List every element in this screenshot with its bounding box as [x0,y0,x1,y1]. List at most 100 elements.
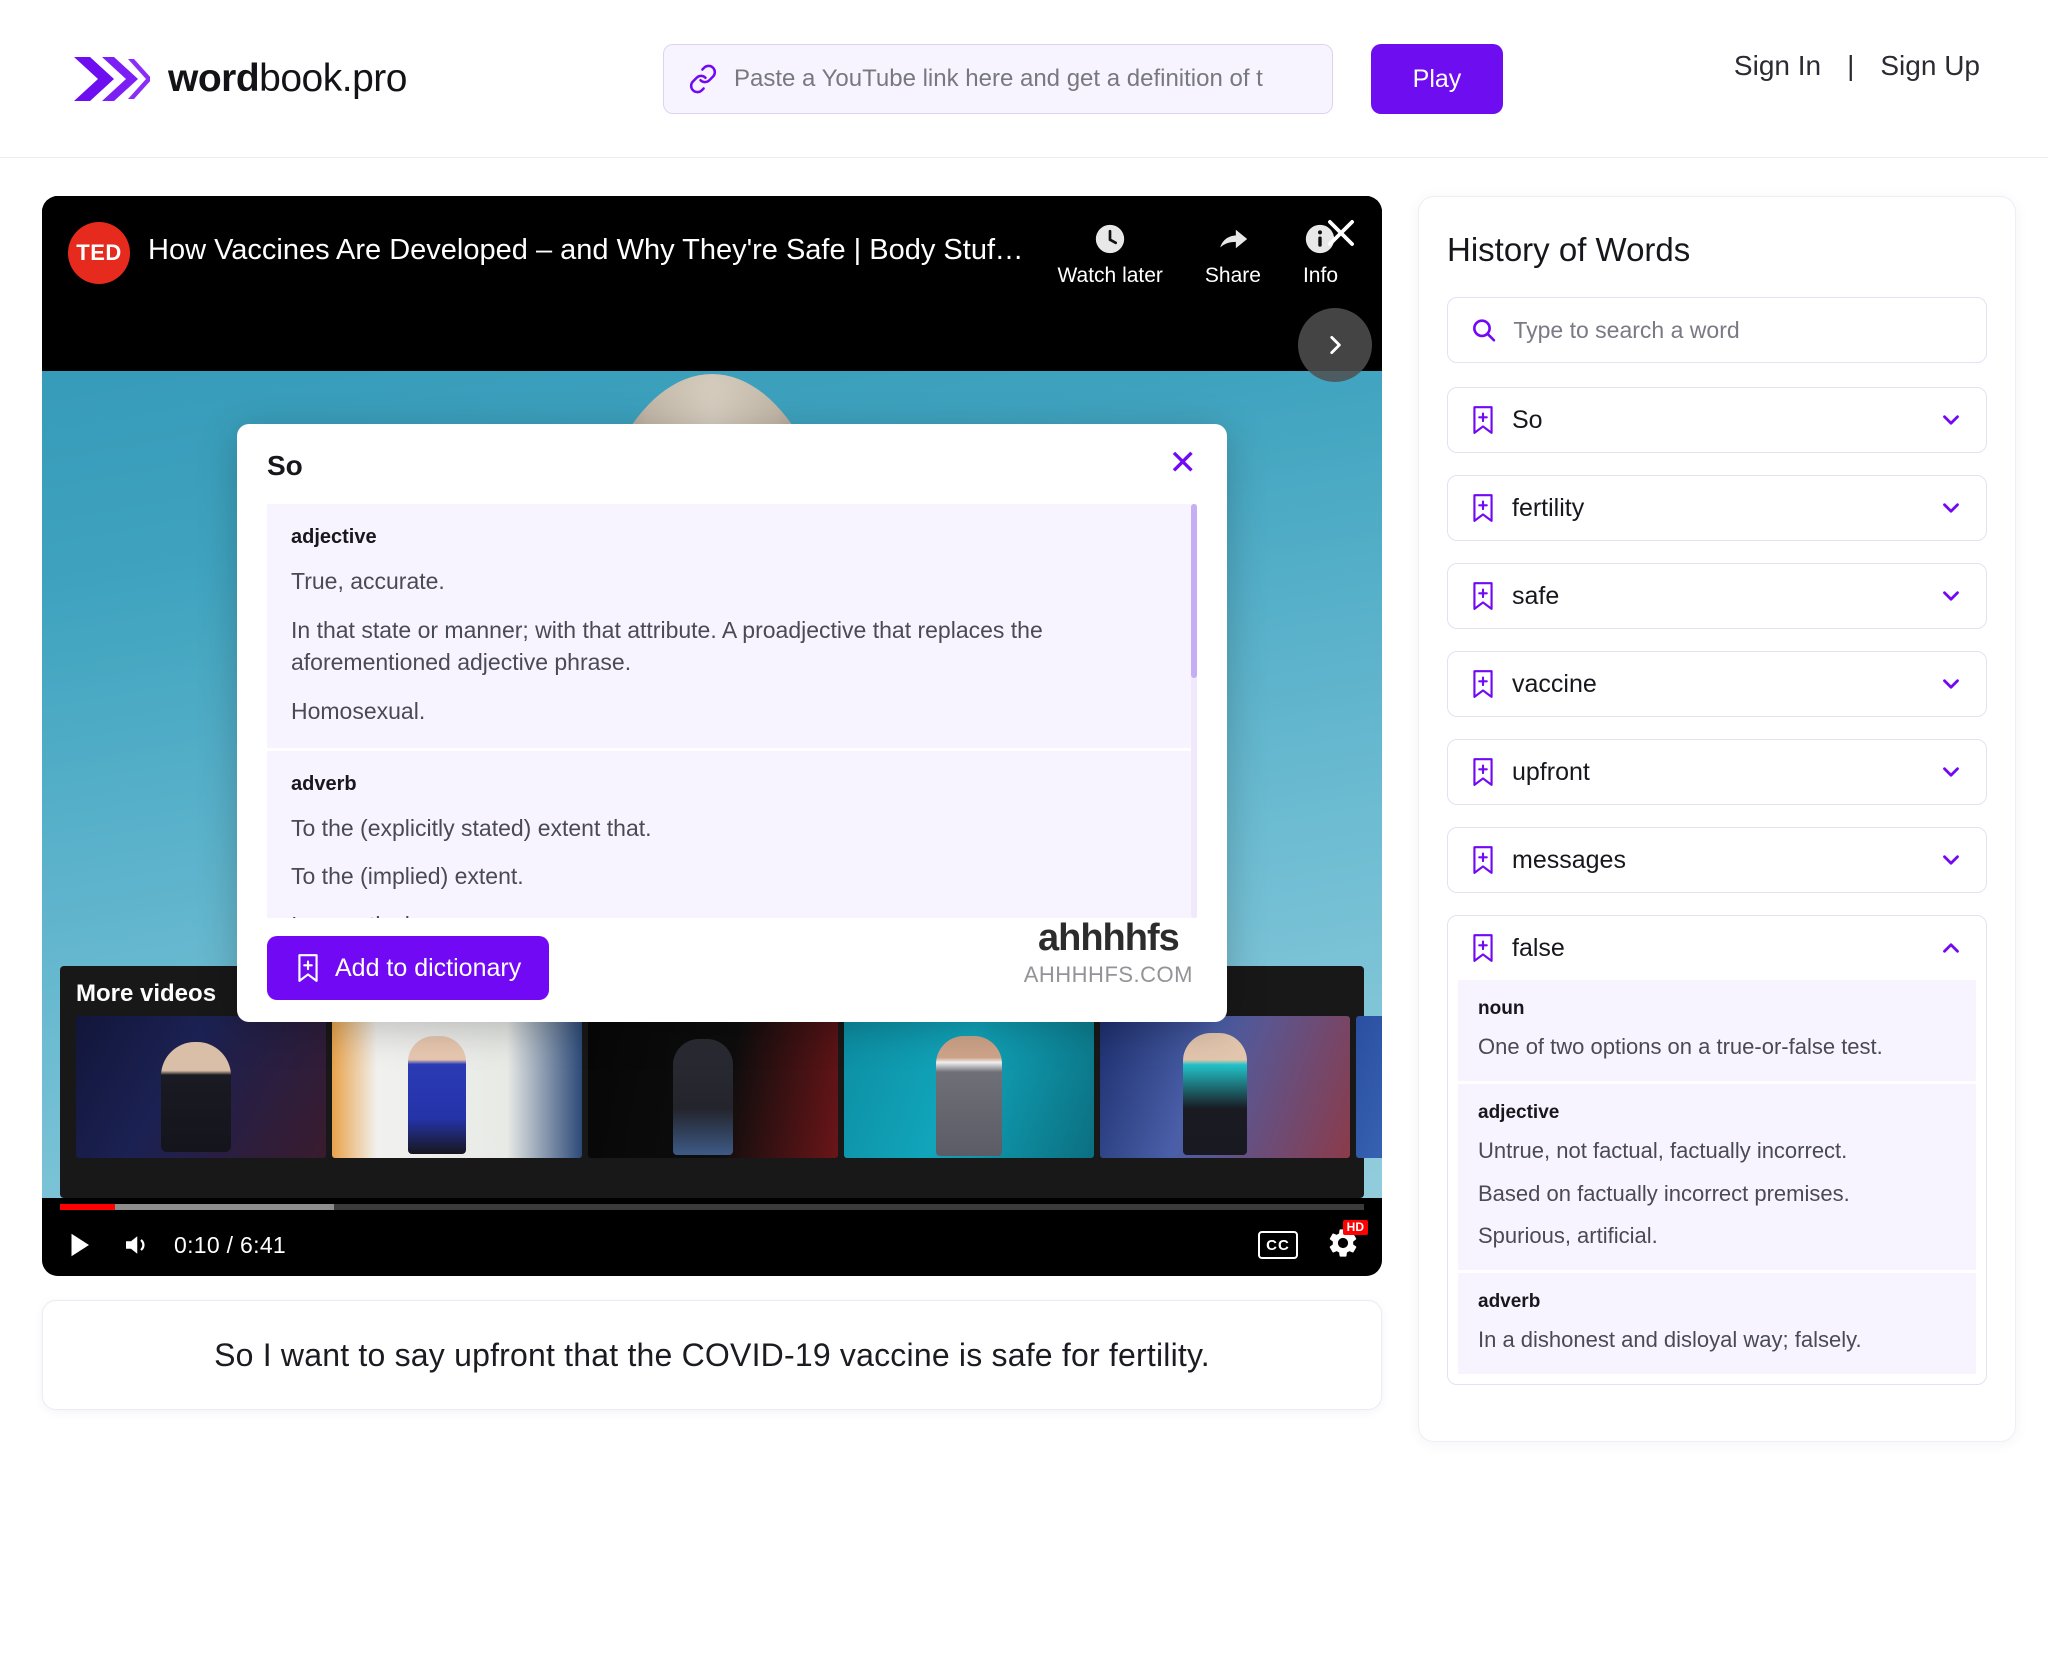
brand-logo[interactable]: wordbook.pro [72,53,407,105]
word-card-header[interactable]: upfront [1448,740,1986,804]
close-icon[interactable] [1322,214,1360,252]
transcript-text[interactable]: So I want to say upfront that the COVID-… [214,1337,1210,1374]
word-card: messages [1447,827,1987,893]
word-card: safe [1447,563,1987,629]
video-title[interactable]: How Vaccines Are Developed – and Why The… [148,234,1028,267]
chevron-up-icon[interactable] [1938,935,1964,961]
play-icon [71,1233,89,1257]
definition-text: True, accurate. [291,568,445,594]
chevron-down-icon[interactable] [1938,407,1964,433]
progress-bar[interactable] [60,1204,1364,1210]
word-card-header[interactable]: safe [1448,564,1986,628]
brand-name-bold: word [168,56,260,100]
definition-text: Homosexual. [291,697,426,724]
transcript-bar[interactable]: So I want to say upfront that the COVID-… [42,1300,1382,1410]
share-button[interactable]: Share [1205,222,1261,288]
part-of-speech-label: adjective [291,526,377,548]
popup-header: So ✕ [267,446,1198,482]
scrollbar-thumb[interactable] [1191,504,1197,678]
word-card-header[interactable]: messages [1448,828,1986,892]
progress-played [60,1204,115,1210]
part-of-speech-label: adverb [291,772,357,795]
word-search-input[interactable] [1513,316,1964,344]
bookmark-plus-icon [1473,846,1493,874]
info-label: Info [1302,264,1338,287]
popup-definitions: adjective True, accurate. In that state … [267,504,1197,918]
play-button[interactable]: Play [1371,44,1503,114]
channel-badge[interactable]: TED [68,222,130,284]
captions-button[interactable]: CC [1258,1231,1298,1259]
video-column: TED How Vaccines Are Developed – and Why… [42,196,1382,1663]
auth-links: Sign In | Sign Up [1734,50,1980,82]
popup-scrollbar[interactable] [1191,504,1197,918]
word-card-header[interactable]: false [1448,916,1986,980]
chevron-down-icon[interactable] [1938,671,1964,697]
video-thumbnail[interactable] [588,1016,838,1158]
watermark-logo: ahhhhfs [1037,917,1180,959]
video-thumbnail[interactable] [844,1016,1094,1158]
play-pause-button[interactable] [64,1229,94,1261]
part-of-speech-label: noun [1478,998,1525,1019]
video-actions: Watch later Share Info [1058,222,1357,288]
definition-text: Untrue, not factual, factually incorrect… [1478,1137,1848,1163]
word-label: safe [1512,581,1560,610]
word-label: false [1512,933,1565,962]
chevrons-logo-icon [74,56,150,101]
word-card-expanded: false noun One of two options on a true-… [1447,915,1987,1385]
sense-block: adverb To the (explicitly stated) extent… [267,750,1197,918]
watch-later-label: Watch later [1057,264,1163,287]
player-controls: 0:10 / 6:41 CC HD [42,1198,1382,1276]
word-card: upfront [1447,739,1987,805]
word-search-field[interactable] [1447,297,1987,363]
word-definitions: noun One of two options on a true-or-fal… [1448,980,1986,1384]
video-thumbnail[interactable] [1356,1016,1382,1158]
definition-text: In that state or manner; with that attri… [291,616,1043,676]
bookmark-plus-icon [1473,406,1493,434]
controls-row: 0:10 / 6:41 CC HD [42,1216,1382,1274]
sense-block: adjective Untrue, not factual, factually… [1458,1083,1976,1271]
definition-text: To the (implied) extent. [291,863,524,890]
close-icon[interactable]: ✕ [1169,446,1198,480]
video-thumbnail[interactable] [76,1016,326,1158]
word-card: vaccine [1447,651,1987,717]
chevron-down-icon[interactable] [1938,847,1964,873]
chevron-down-icon[interactable] [1938,759,1964,785]
chevron-down-icon[interactable] [1938,583,1964,609]
add-to-dictionary-button[interactable]: Add to dictionary [267,936,550,1000]
watermark: ahhhhfs AHHHHFS.COM [1024,917,1193,988]
next-videos-button[interactable] [1298,308,1372,382]
definition-text: To the (explicitly stated) extent that. [291,814,652,841]
word-label: fertility [1512,493,1585,522]
watermark-domain: AHHHHFS.COM [1023,962,1193,987]
app-header: wordbook.pro Play Sign In | Sign Up [0,0,2048,158]
word-card: fertility [1447,475,1987,541]
youtube-url-field[interactable] [663,44,1333,114]
sign-in-link[interactable]: Sign In [1734,50,1821,82]
link-icon [689,64,717,94]
word-card-header[interactable]: fertility [1448,476,1986,540]
bookmark-plus-icon [298,954,318,982]
definition-text: In a particular manner. [291,909,1173,918]
sense-block: noun One of two options on a true-or-fal… [1458,980,1976,1081]
video-thumbnail[interactable] [332,1016,582,1158]
chevron-down-icon[interactable] [1938,495,1964,521]
part-of-speech-label: adjective [1478,1101,1560,1123]
youtube-url-input[interactable] [734,65,1308,93]
volume-button[interactable] [120,1230,152,1260]
video-thumbnail[interactable] [1100,1016,1350,1158]
watch-later-button[interactable]: Watch later [1058,222,1163,288]
popup-word: So [267,450,303,481]
word-label: messages [1512,845,1626,874]
sign-up-link[interactable]: Sign Up [1880,50,1980,82]
add-to-dictionary-label: Add to dictionary [335,953,522,982]
chevron-right-icon [1330,336,1341,354]
brand-name-light: book.pro [259,56,407,100]
share-label: Share [1204,264,1261,287]
bookmark-plus-icon [1473,494,1493,522]
page-body: TED How Vaccines Are Developed – and Why… [0,158,2048,1663]
bookmark-plus-icon [1473,582,1493,610]
video-player[interactable]: TED How Vaccines Are Developed – and Why… [42,196,1382,1276]
settings-button[interactable]: HD [1326,1219,1368,1265]
word-card-header[interactable]: vaccine [1448,652,1986,716]
word-card-header[interactable]: So [1448,388,1986,452]
